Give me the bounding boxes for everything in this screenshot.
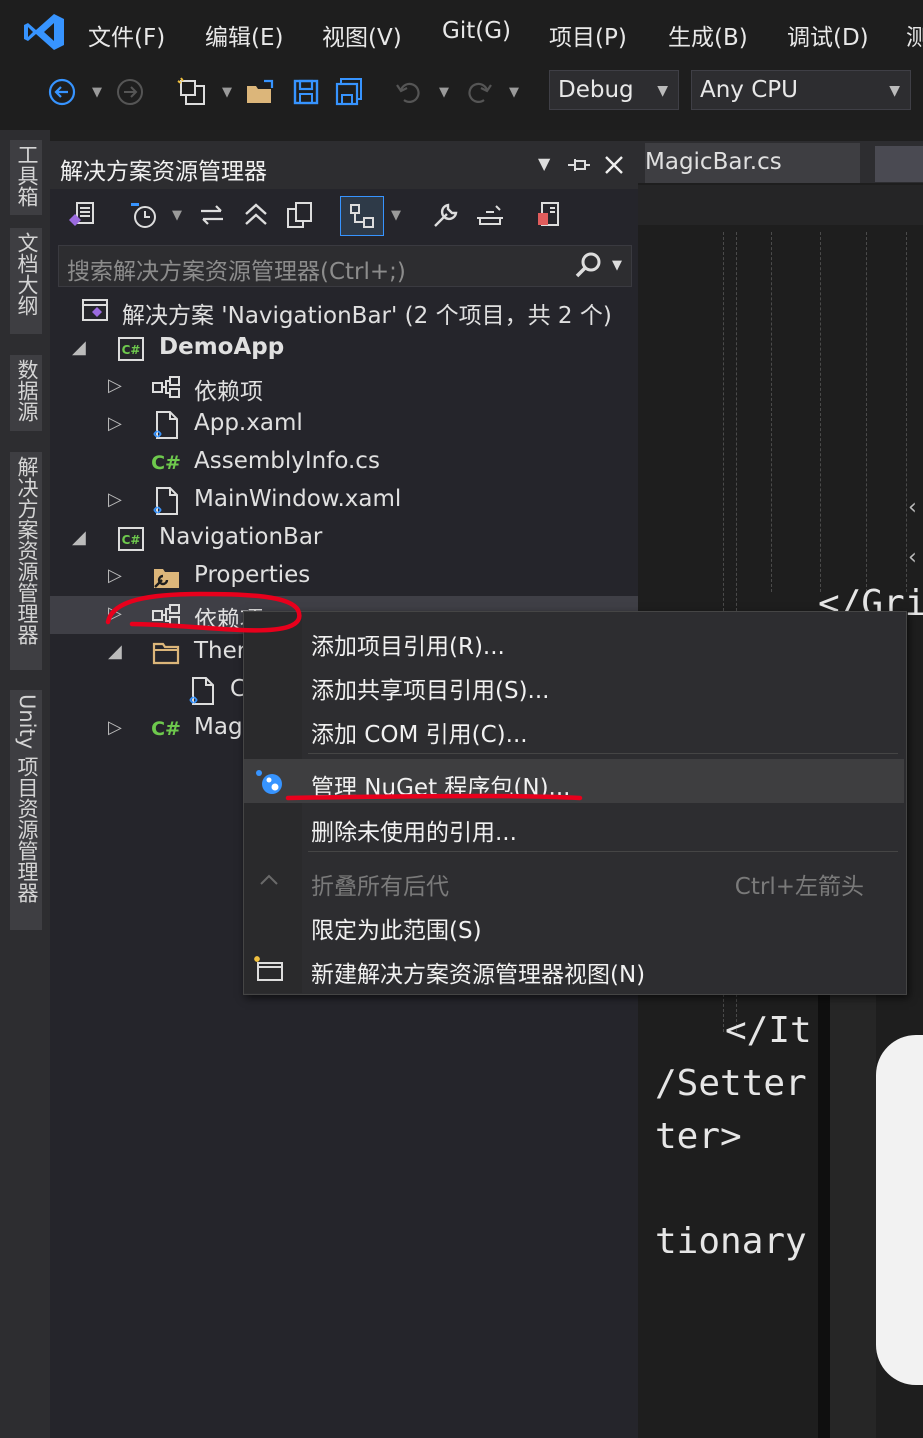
red-annotation-marks [105, 591, 583, 801]
